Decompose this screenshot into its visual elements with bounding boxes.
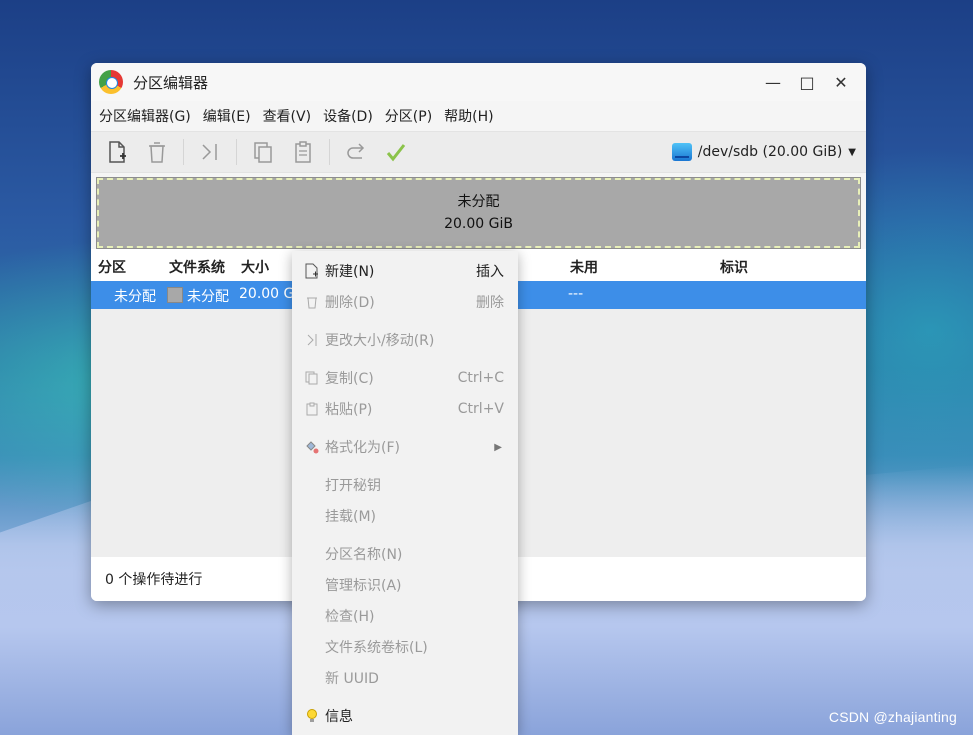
menu-item-paste[interactable]: 粘贴(P) Ctrl+V <box>292 395 518 423</box>
col-flags[interactable]: 标识 <box>720 257 748 277</box>
menu-item-name[interactable]: 分区名称(N) <box>292 540 518 568</box>
menu-item-delete[interactable]: 删除(D) 删除 <box>292 288 518 316</box>
menu-item-flags[interactable]: 管理标识(A) <box>292 571 518 599</box>
menu-item-resize[interactable]: 更改大小/移动(R) <box>292 326 518 354</box>
delete-icon <box>304 294 320 310</box>
col-unused[interactable]: 未用 <box>570 257 598 277</box>
menu-partition[interactable]: 分区(P) <box>381 106 440 126</box>
graph-label: 未分配 <box>457 194 500 210</box>
cell-unused: --- <box>568 286 584 302</box>
menu-item-new[interactable]: 新建(N) 插入 <box>292 257 518 285</box>
device-selector[interactable]: /dev/sdb (20.00 GiB) ▼ <box>671 138 856 166</box>
partition-graph: 未分配 20.00 GiB <box>91 173 866 249</box>
menu-device[interactable]: 设备(D) <box>319 106 381 126</box>
window-title: 分区编辑器 <box>133 73 209 92</box>
cell-partition: 未分配 <box>114 289 156 305</box>
maximize-icon[interactable]: □ <box>790 73 824 92</box>
resize-icon <box>304 332 320 348</box>
close-icon[interactable]: ✕ <box>824 73 858 92</box>
menu-item-uuid[interactable]: 新 UUID <box>292 664 518 692</box>
fs-color-swatch <box>167 287 183 303</box>
delete-icon[interactable] <box>143 138 171 166</box>
titlebar[interactable]: 分区编辑器 — □ ✕ <box>91 63 866 101</box>
cell-filesystem-label: 未分配 <box>187 289 229 305</box>
menu-help[interactable]: 帮助(H) <box>440 106 501 126</box>
menu-item-open-key[interactable]: 打开秘钥 <box>292 471 518 499</box>
menu-item-check[interactable]: 检查(H) <box>292 602 518 630</box>
submenu-arrow-icon: ▶ <box>494 441 502 453</box>
menu-view[interactable]: 查看(V) <box>259 106 320 126</box>
device-label: /dev/sdb (20.00 GiB) <box>697 144 843 160</box>
resize-icon[interactable] <box>196 138 224 166</box>
new-partition-icon <box>304 263 320 279</box>
menu-item-mount[interactable]: 挂载(M) <box>292 502 518 530</box>
unallocated-block[interactable]: 未分配 20.00 GiB <box>96 177 861 249</box>
app-icon <box>99 70 123 94</box>
copy-icon[interactable] <box>249 138 277 166</box>
cell-size: 20.00 Gi <box>239 286 299 302</box>
menu-item-copy[interactable]: 复制(C) Ctrl+C <box>292 364 518 392</box>
paste-icon[interactable] <box>289 138 317 166</box>
menu-item-info[interactable]: 信息 <box>292 702 518 730</box>
col-partition[interactable]: 分区 <box>98 257 126 277</box>
col-filesystem[interactable]: 文件系统 <box>169 257 225 277</box>
chevron-down-icon: ▼ <box>848 146 856 158</box>
paste-icon <box>304 401 320 417</box>
format-icon <box>304 439 320 455</box>
new-partition-icon[interactable] <box>103 138 131 166</box>
drive-icon <box>671 143 692 161</box>
menubar: 分区编辑器(G) 编辑(E) 查看(V) 设备(D) 分区(P) 帮助(H) <box>91 101 866 131</box>
cell-filesystem: 未分配 <box>167 286 229 306</box>
toolbar-separator <box>183 139 184 165</box>
menu-gparted[interactable]: 分区编辑器(G) <box>95 106 199 126</box>
menu-item-label[interactable]: 文件系统卷标(L) <box>292 633 518 661</box>
toolbar-separator <box>329 139 330 165</box>
lightbulb-icon <box>304 708 320 724</box>
undo-icon[interactable] <box>342 138 370 166</box>
menu-item-format[interactable]: 格式化为(F) ▶ <box>292 433 518 461</box>
toolbar: /dev/sdb (20.00 GiB) ▼ <box>91 131 866 173</box>
watermark: CSDN @zhajianting <box>828 709 957 725</box>
col-size[interactable]: 大小 <box>241 257 269 277</box>
copy-icon <box>304 370 320 386</box>
context-menu: 新建(N) 插入 删除(D) 删除 更改大小/移动(R) 复制(C) Ctrl+… <box>292 251 518 735</box>
graph-size: 20.00 GiB <box>444 216 513 232</box>
toolbar-separator <box>236 139 237 165</box>
minimize-icon[interactable]: — <box>756 73 790 92</box>
window-controls: — □ ✕ <box>756 63 858 101</box>
menu-edit[interactable]: 编辑(E) <box>199 106 259 126</box>
apply-icon[interactable] <box>382 138 410 166</box>
